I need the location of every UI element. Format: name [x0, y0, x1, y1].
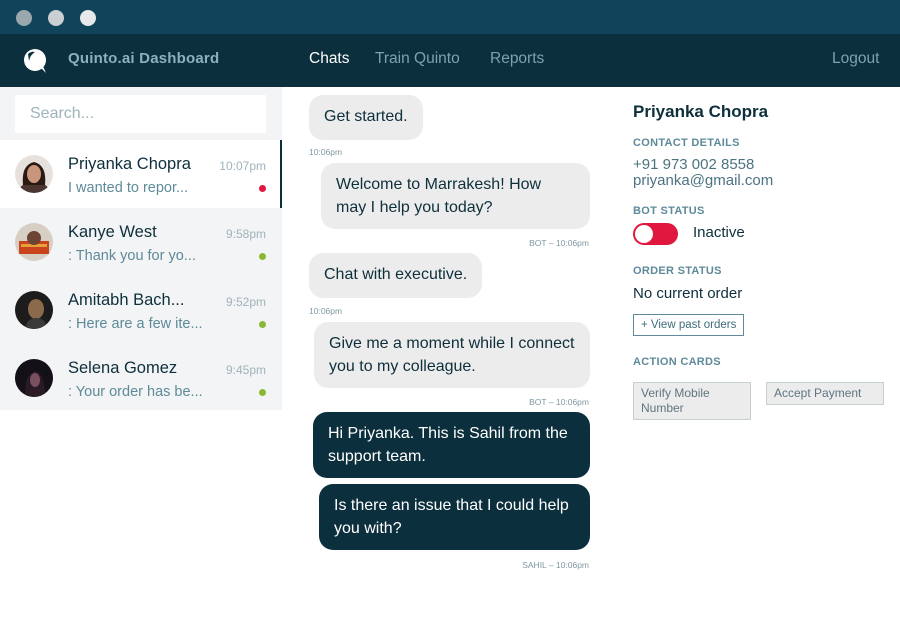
conversation-name: Priyanka Chopra [68, 155, 191, 173]
chat-bubble-logo-icon [24, 49, 46, 73]
conversation-item[interactable]: Selena Gomez 9:45pm : Your order has be.… [0, 344, 282, 412]
conversation-name: Selena Gomez [68, 359, 178, 377]
order-status-value: No current order [633, 285, 743, 302]
message-text: Hi Priyanka. This is Sahil from the supp… [328, 425, 568, 465]
contact-name: Priyanka Chopra [633, 102, 769, 121]
conversation-name: Amitabh Bach... [68, 291, 185, 309]
message-bubble-agent: Hi Priyanka. This is Sahil from the supp… [313, 412, 590, 478]
conversation-item[interactable]: Priyanka Chopra 10:07pm I wanted to repo… [0, 140, 282, 208]
online-status-dot [259, 321, 266, 328]
contact-email: priyanka@gmail.com [633, 172, 774, 189]
window-minimize-button[interactable] [48, 10, 64, 26]
brand-title: Quinto.ai Dashboard [68, 50, 220, 67]
message-bubble-agent: Is there an issue that I could help you … [319, 484, 590, 550]
action-cards-heading: ACTION CARDS [633, 356, 721, 368]
message-timestamp: 10:06pm [309, 306, 343, 316]
top-navbar: Quinto.ai Dashboard Chats Train Quinto R… [0, 34, 900, 87]
message-bubble-bot: Welcome to Marrakesh! How may I help you… [321, 163, 590, 229]
message-timestamp: 10:06pm [309, 147, 343, 157]
window-maximize-button[interactable] [80, 10, 96, 26]
online-status-dot [259, 253, 266, 260]
avatar [15, 291, 53, 329]
message-text: Give me a moment while I connect you to … [329, 335, 575, 375]
accept-payment-card[interactable]: Accept Payment [766, 382, 884, 405]
conversation-preview: : Here are a few ite... [68, 316, 203, 332]
conversation-item[interactable]: Kanye West 9:58pm : Thank you for yo... [0, 208, 282, 276]
conversation-preview: : Your order has be... [68, 384, 203, 400]
contact-phone: +91 973 002 8558 [633, 156, 755, 173]
bot-status-label: Inactive [693, 224, 745, 241]
conversation-time: 10:07pm [219, 159, 266, 173]
conversation-preview: : Thank you for yo... [68, 248, 196, 264]
unread-status-dot [259, 185, 266, 192]
message-text: Is there an issue that I could help you … [334, 497, 569, 537]
message-bubble-user: Get started. [309, 95, 423, 140]
conversation-preview: I wanted to repor... [68, 180, 189, 196]
bot-status-heading: BOT STATUS [633, 205, 705, 217]
message-text: Welcome to Marrakesh! How may I help you… [336, 176, 542, 216]
conversation-item[interactable]: Amitabh Bach... 9:52pm : Here are a few … [0, 276, 282, 344]
conversation-name: Kanye West [68, 223, 157, 241]
nav-tab-reports[interactable]: Reports [490, 50, 544, 68]
contact-details-heading: CONTACT DETAILS [633, 137, 740, 149]
avatar [15, 359, 53, 397]
message-text: Get started. [324, 108, 408, 125]
message-bubble-user: Chat with executive. [309, 253, 483, 298]
logout-button[interactable]: Logout [832, 50, 879, 68]
conversation-time: 9:52pm [225, 295, 266, 309]
message-timestamp: BOT – 10:06pm [529, 397, 589, 407]
message-bubble-bot: Give me a moment while I connect you to … [314, 322, 590, 388]
message-timestamp: BOT – 10:06pm [529, 238, 589, 248]
toggle-knob [635, 225, 653, 243]
contact-details-panel: Priyanka Chopra CONTACT DETAILS +91 973 … [612, 87, 900, 624]
window-titlebar [0, 0, 900, 34]
chat-thread: Get started. 10:06pm Welcome to Marrakes… [282, 87, 612, 624]
conversation-sidebar: Priyanka Chopra 10:07pm I wanted to repo… [0, 87, 282, 410]
view-past-orders-button[interactable]: + View past orders [633, 314, 745, 336]
bot-status-toggle[interactable] [633, 223, 678, 245]
window-close-button[interactable] [16, 10, 32, 26]
nav-tab-train-quinto[interactable]: Train Quinto [375, 50, 460, 68]
message-text: Chat with executive. [324, 266, 468, 283]
search-box [15, 95, 266, 133]
message-timestamp: SAHIL – 10:06pm [522, 560, 589, 570]
search-input[interactable] [15, 95, 266, 133]
avatar [15, 155, 53, 193]
order-status-heading: ORDER STATUS [633, 265, 722, 277]
conversation-time: 9:58pm [225, 227, 266, 241]
conversation-time: 9:45pm [225, 363, 266, 377]
avatar [15, 223, 53, 261]
nav-tab-chats[interactable]: Chats [309, 50, 350, 68]
verify-mobile-number-card[interactable]: Verify Mobile Number [633, 382, 751, 420]
online-status-dot [259, 389, 266, 396]
